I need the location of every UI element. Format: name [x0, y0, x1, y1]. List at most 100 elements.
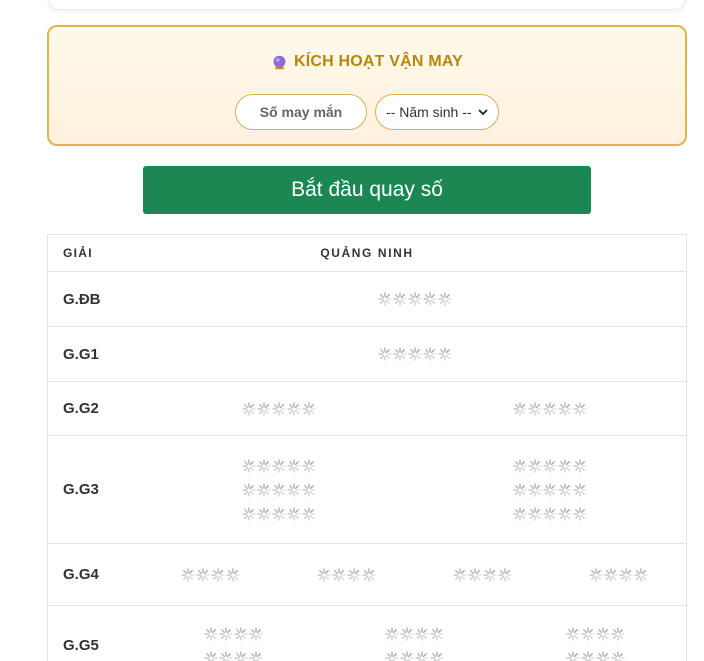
prize-number-cell: [377, 346, 452, 363]
loading-spinner-icon: [204, 650, 218, 661]
loading-spinner-icon: [242, 506, 256, 521]
loading-spinner-icon: [573, 401, 587, 416]
pending-number: [377, 346, 452, 363]
loading-spinner-icon: [302, 506, 316, 521]
loading-spinner-icon: [400, 626, 414, 641]
results-table: GIẢI QUẢNG NINH G.ĐB G.G1 G.G2 G.G3 G.G4 G.G5: [47, 234, 687, 661]
header-province: QUẢNG NINH: [320, 246, 414, 260]
prize-number-cell: [513, 457, 587, 522]
pending-number: [242, 400, 316, 417]
loading-spinner-icon: [257, 401, 271, 416]
prize-numbers: [143, 346, 686, 363]
prize-number-cell: [242, 457, 316, 522]
loading-spinner-icon: [543, 482, 557, 497]
loading-spinner-icon: [400, 650, 414, 661]
loading-spinner-icon: [219, 626, 233, 641]
loading-spinner-icon: [385, 650, 399, 661]
prize-label: G.G3: [63, 481, 99, 498]
prize-number-cell: [317, 566, 376, 583]
loading-spinner-icon: [226, 567, 241, 582]
birth-year-select[interactable]: -- Năm sinh --: [375, 94, 499, 130]
loading-spinner-icon: [528, 506, 542, 521]
pending-number: [204, 649, 263, 661]
loading-spinner-icon: [611, 626, 625, 641]
top-card: [48, 0, 686, 10]
loading-spinner-icon: [422, 292, 437, 306]
loading-spinner-icon: [558, 458, 572, 473]
pending-number: [513, 400, 587, 417]
loading-spinner-icon: [415, 626, 429, 641]
loading-spinner-icon: [377, 292, 392, 306]
prize-label: G.G5: [63, 637, 99, 654]
loading-spinner-icon: [362, 567, 376, 582]
start-spin-button[interactable]: Bắt đầu quay số: [143, 166, 591, 214]
loading-spinner-icon: [287, 506, 301, 521]
loading-spinner-icon: [204, 626, 218, 641]
table-body: G.ĐB G.G1 G.G2 G.G3 G.G4 G.G5: [48, 272, 686, 661]
prize-label: G.G2: [63, 400, 99, 417]
pending-number: [242, 505, 316, 522]
prize-label: G.G4: [63, 566, 99, 583]
loading-spinner-icon: [332, 567, 346, 582]
loading-spinner-icon: [257, 482, 271, 497]
loading-spinner-icon: [566, 650, 580, 661]
loading-spinner-icon: [347, 567, 361, 582]
lucky-number-input[interactable]: [235, 94, 367, 130]
loading-spinner-icon: [558, 482, 572, 497]
prize-number-cell: [513, 400, 587, 417]
loading-spinner-icon: [415, 650, 429, 661]
loading-spinner-icon: [181, 567, 196, 582]
loading-spinner-icon: [302, 458, 316, 473]
pending-number: [513, 505, 587, 522]
table-row: G.ĐB: [48, 272, 686, 327]
loading-spinner-icon: [257, 458, 271, 473]
loading-spinner-icon: [573, 458, 587, 473]
loading-spinner-icon: [302, 401, 316, 416]
loading-spinner-icon: [558, 401, 572, 416]
loading-spinner-icon: [392, 347, 407, 361]
loading-spinner-icon: [249, 650, 263, 661]
pending-number: [317, 566, 376, 583]
loading-spinner-icon: [287, 458, 301, 473]
loading-spinner-icon: [287, 482, 301, 497]
loading-spinner-icon: [257, 506, 271, 521]
loading-spinner-icon: [581, 650, 595, 661]
loading-spinner-icon: [242, 458, 256, 473]
crystal-ball-icon: [273, 55, 286, 69]
loading-spinner-icon: [558, 506, 572, 521]
loading-spinner-icon: [392, 292, 407, 306]
loading-spinner-icon: [302, 482, 316, 497]
loading-spinner-icon: [385, 626, 399, 641]
pending-number: [513, 481, 587, 498]
loading-spinner-icon: [513, 482, 527, 497]
loading-spinner-icon: [437, 347, 452, 361]
loading-spinner-icon: [543, 458, 557, 473]
luck-title: KÍCH HOẠT VẬN MAY: [49, 53, 685, 71]
loading-spinner-icon: [453, 567, 467, 582]
table-row: G.G5: [48, 606, 686, 661]
loading-spinner-icon: [543, 506, 557, 521]
loading-spinner-icon: [234, 626, 248, 641]
prize-numbers: [143, 400, 686, 417]
prize-number-cell: [377, 291, 452, 308]
loading-spinner-icon: [468, 567, 482, 582]
loading-spinner-icon: [272, 458, 286, 473]
loading-spinner-icon: [242, 401, 256, 416]
pending-number: [377, 291, 452, 308]
pending-number: [385, 649, 444, 661]
pending-number: [181, 566, 241, 583]
pending-number: [566, 625, 625, 642]
pending-number: [242, 481, 316, 498]
pending-number: [566, 649, 625, 661]
pending-number: [242, 457, 316, 474]
luck-controls: -- Năm sinh --: [49, 94, 685, 130]
loading-spinner-icon: [272, 506, 286, 521]
prize-numbers: [143, 566, 686, 583]
pending-number: [204, 625, 263, 642]
header-prize: GIẢI: [63, 246, 93, 260]
loading-spinner-icon: [513, 506, 527, 521]
prize-number-cell: [566, 625, 625, 661]
loading-spinner-icon: [588, 567, 603, 582]
loading-spinner-icon: [249, 626, 263, 641]
prize-label: G.G1: [63, 345, 99, 363]
